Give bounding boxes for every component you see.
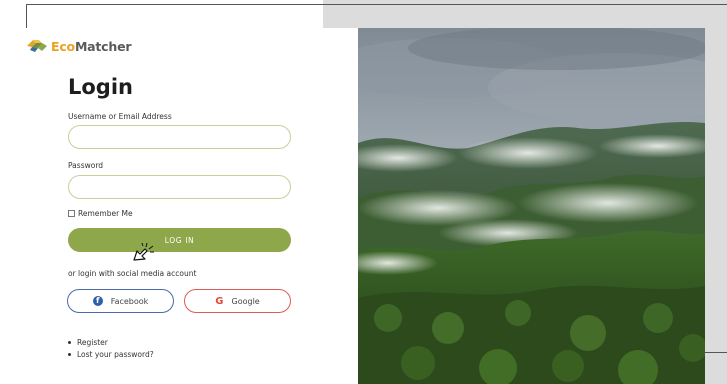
brand-name-matcher: Matcher: [74, 38, 132, 54]
google-label: Google: [231, 296, 260, 306]
login-button[interactable]: LOG IN: [68, 228, 291, 252]
remember-me-label: Remember Me: [78, 209, 133, 218]
facebook-label: Facebook: [110, 296, 149, 306]
bullet-icon: [68, 341, 71, 344]
forest-mountain-photo: [358, 28, 705, 384]
page-title: Login: [68, 75, 133, 99]
frame-line-left: [26, 4, 27, 30]
register-link[interactable]: Register: [77, 338, 108, 347]
pointer-click-icon: [133, 242, 154, 261]
ecomatcher-logo-icon: [27, 40, 47, 52]
bullet-icon: [68, 353, 71, 356]
username-input[interactable]: [68, 125, 291, 149]
social-login-label: or login with social media account: [68, 269, 197, 278]
remember-me-row[interactable]: Remember Me: [68, 209, 133, 218]
account-links: Register Lost your password?: [68, 338, 154, 362]
brand-logo[interactable]: EcoMatcher: [26, 37, 132, 55]
username-label: Username or Email Address: [68, 112, 172, 121]
google-icon: G: [215, 295, 224, 307]
brand-name-eco: Eco: [51, 38, 75, 54]
login-card: EcoMatcher Login Username or Email Addre…: [6, 28, 358, 384]
lost-password-link-item[interactable]: Lost your password?: [68, 350, 154, 359]
forest-mountain-image: [358, 28, 705, 384]
google-login-button[interactable]: G Google: [184, 289, 291, 313]
password-input[interactable]: [68, 175, 291, 199]
frame-line-top: [26, 4, 727, 5]
password-label: Password: [68, 161, 104, 170]
register-link-item[interactable]: Register: [68, 338, 154, 347]
remember-me-checkbox[interactable]: [68, 210, 75, 217]
facebook-login-button[interactable]: f Facebook: [67, 289, 174, 313]
facebook-icon: f: [92, 296, 103, 306]
lost-password-link[interactable]: Lost your password?: [77, 350, 154, 359]
frame-line-right: [705, 352, 727, 353]
